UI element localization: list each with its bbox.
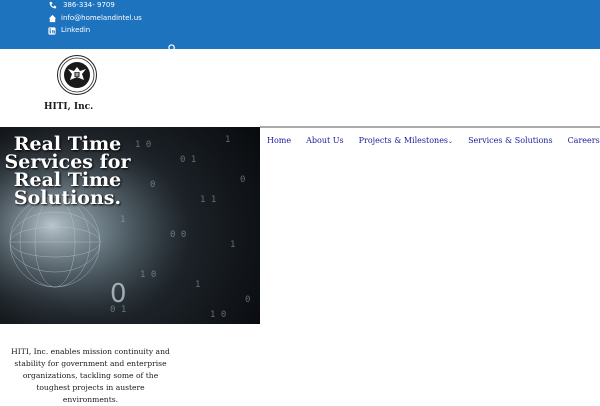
nav-projects-milestones[interactable]: Projects & Milestones⌄: [359, 136, 453, 145]
svg-text:0: 0: [150, 180, 155, 190]
svg-text:1: 1: [230, 240, 235, 250]
nav-projects-label: Projects & Milestones: [358, 136, 449, 145]
svg-text:1: 1: [195, 280, 200, 290]
seal-logo[interactable]: [57, 55, 97, 95]
site-name[interactable]: HITI, Inc.: [44, 102, 93, 112]
linkedin-icon: [47, 26, 57, 36]
svg-text:0: 0: [240, 175, 245, 185]
nav-home[interactable]: Home: [267, 136, 291, 145]
site-header: HITI, Inc.: [0, 49, 600, 126]
contact-phone[interactable]: 386-334- 9709: [47, 0, 115, 11]
linkedin-label: Linkedin: [61, 26, 91, 34]
top-contact-bar: 386-334- 9709 info@homelandintel.us Link…: [0, 0, 600, 53]
email-address: info@homelandintel.us: [61, 14, 142, 22]
phone-icon: [47, 1, 57, 11]
svg-text:0 0: 0 0: [170, 230, 186, 240]
hero-banner: 1 00 11 01 10 10 01 1 010 0 11 0 0 Real …: [0, 127, 260, 324]
svg-text:0 1: 0 1: [180, 155, 196, 165]
main-nav: Home About Us Projects & Milestones⌄ Ser…: [267, 136, 600, 145]
contact-linkedin[interactable]: Linkedin: [47, 25, 90, 36]
svg-text:1 0: 1 0: [135, 140, 151, 150]
contact-email[interactable]: info@homelandintel.us: [47, 13, 142, 24]
nav-divider: [260, 126, 600, 128]
svg-text:1 1: 1 1: [200, 195, 216, 205]
svg-text:0: 0: [110, 279, 127, 309]
chevron-down-icon: ⌄: [448, 138, 454, 145]
svg-text:0: 0: [245, 295, 250, 305]
hero-title: Real Time Services for Real Time Solutio…: [4, 133, 131, 209]
search-icon[interactable]: [168, 38, 178, 53]
svg-text:1 0: 1 0: [140, 270, 156, 280]
phone-number: 386-334- 9709: [63, 1, 115, 9]
nav-careers[interactable]: Careers: [568, 136, 600, 145]
svg-text:1: 1: [120, 215, 125, 225]
svg-text:1 0: 1 0: [210, 310, 226, 320]
home-icon: [47, 14, 57, 24]
nav-services-solutions[interactable]: Services & Solutions: [468, 136, 553, 145]
svg-text:1: 1: [225, 135, 230, 145]
nav-about-us[interactable]: About Us: [306, 136, 343, 145]
about-text: HITI, Inc. enables mission continuity an…: [11, 347, 170, 404]
